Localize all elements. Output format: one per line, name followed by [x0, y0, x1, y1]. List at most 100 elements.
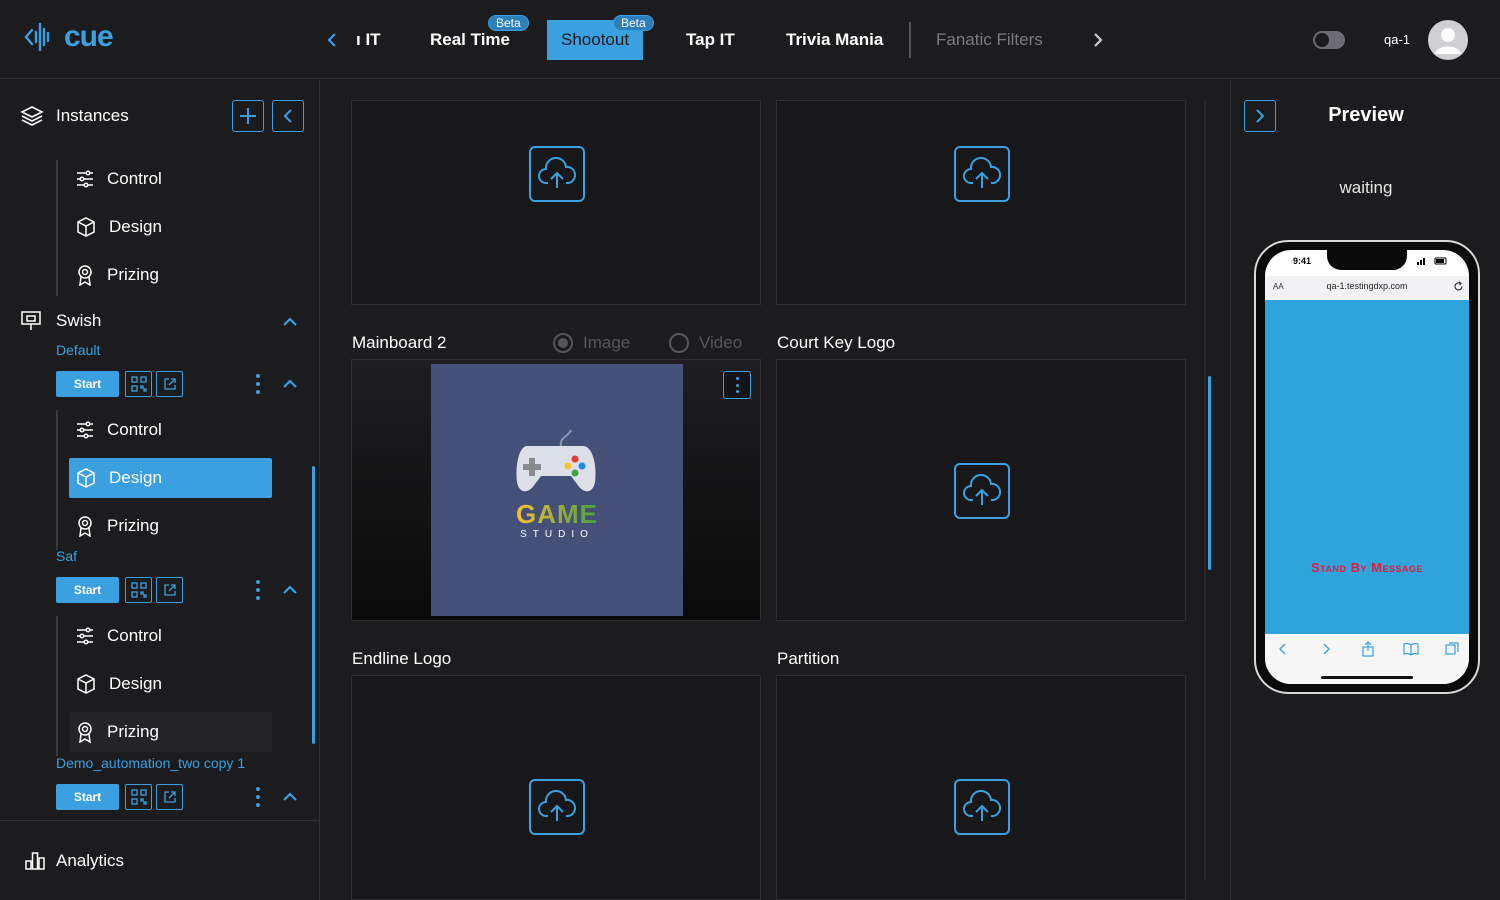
username: qa-1 — [1384, 32, 1411, 47]
logo[interactable]: cue — [24, 20, 114, 54]
cube-icon — [77, 468, 95, 488]
main-content: Mainboard 2 Image Video Court Key Logo G… — [320, 80, 1230, 900]
upload-button[interactable] — [954, 146, 1010, 202]
upload-panel — [776, 359, 1186, 621]
start-button[interactable]: Start — [56, 577, 119, 603]
upload-panel — [776, 675, 1186, 900]
chevron-left-icon — [283, 109, 292, 123]
sidebar-scrollbar[interactable] — [312, 466, 315, 744]
sidebar-item-label: Prizing — [107, 265, 159, 284]
scroll-track — [1204, 100, 1206, 880]
more-options-button[interactable] — [253, 580, 263, 600]
tabs-icon[interactable] — [1445, 642, 1459, 656]
plus-icon — [240, 108, 256, 124]
back-icon[interactable] — [1277, 642, 1289, 656]
section-swish[interactable]: Swish — [20, 310, 101, 332]
chevron-up-icon[interactable] — [280, 787, 300, 807]
top-bar: cue ı IT Real Time Beta Shootout Beta Ta… — [0, 0, 1500, 79]
sidebar-item-label: Control — [107, 169, 162, 188]
sidebar-item-analytics[interactable]: Analytics — [0, 820, 319, 900]
instance-name[interactable]: Saf — [56, 548, 77, 564]
chevron-up-icon[interactable] — [280, 312, 300, 332]
upload-button[interactable] — [529, 146, 585, 202]
sidebar-item-control[interactable]: Control — [69, 616, 272, 656]
logo-text: cue — [64, 20, 114, 53]
bar-chart-icon — [25, 852, 45, 870]
qr-code-button[interactable] — [125, 784, 152, 810]
bookmarks-icon[interactable] — [1403, 642, 1419, 656]
qr-code-icon — [130, 582, 147, 598]
sidebar-item-design[interactable]: Design — [69, 207, 272, 247]
open-link-button[interactable] — [156, 784, 183, 810]
cloud-upload-icon — [963, 157, 1001, 188]
studio-logo-text: STUDIO — [520, 529, 594, 540]
qr-code-icon — [130, 789, 147, 805]
upload-panel — [351, 100, 761, 305]
qr-code-button[interactable] — [125, 371, 152, 397]
more-options-button[interactable] — [253, 787, 263, 807]
sidebar-item-control[interactable]: Control — [69, 410, 272, 450]
radio-button[interactable] — [669, 333, 689, 353]
sidebar-item-design-active[interactable]: Design — [69, 458, 272, 498]
forward-icon[interactable] — [1320, 642, 1332, 656]
instance-name[interactable]: Demo_automation_two copy 1 — [56, 755, 245, 771]
avatar[interactable] — [1428, 20, 1468, 60]
more-options-button[interactable] — [253, 374, 263, 394]
presentation-icon — [21, 311, 41, 330]
sidebar-item-design[interactable]: Design — [69, 664, 272, 704]
tree-line — [56, 410, 58, 550]
theme-toggle[interactable] — [1313, 31, 1345, 49]
upload-button[interactable] — [954, 779, 1010, 835]
chevron-up-icon[interactable] — [280, 374, 300, 394]
upload-button[interactable] — [954, 463, 1010, 519]
sidebar-item-prizing[interactable]: Prizing — [69, 255, 272, 295]
browser-url-bar[interactable]: AA qa-1.testingdxp.com — [1265, 276, 1469, 298]
start-button[interactable]: Start — [56, 371, 119, 397]
share-icon[interactable] — [1361, 641, 1375, 657]
instances-title: Instances — [56, 106, 129, 125]
radio-label: Video — [699, 333, 743, 352]
main-scrollbar[interactable] — [1208, 376, 1211, 570]
award-icon — [78, 265, 92, 286]
nav-tab-partial[interactable]: ı IT — [356, 0, 381, 79]
nav-tab-trivia-mania[interactable]: Trivia Mania — [786, 0, 883, 79]
qr-code-button[interactable] — [125, 577, 152, 603]
analytics-label: Analytics — [56, 851, 125, 870]
radio-image[interactable]: Image — [553, 333, 630, 353]
sidebar-item-prizing[interactable]: Prizing — [69, 506, 272, 546]
sidebar-item-control[interactable]: Control — [69, 159, 272, 199]
nav-prev-arrow[interactable] — [320, 26, 344, 54]
chevron-left-icon — [327, 33, 336, 47]
instance-name[interactable]: Default — [56, 342, 100, 358]
nav-next-arrow[interactable] — [1086, 26, 1110, 54]
image-options-button[interactable] — [723, 371, 751, 399]
award-icon — [78, 516, 92, 537]
nav-tab-fanatic-filters[interactable]: Fanatic Filters — [936, 0, 1043, 79]
more-options-button — [732, 377, 742, 393]
open-link-button[interactable] — [156, 577, 183, 603]
layers-icon — [20, 106, 44, 126]
sidebar-item-prizing[interactable]: Prizing — [69, 712, 272, 752]
chevron-up-icon[interactable] — [280, 580, 300, 600]
sidebar-item-label: Design — [109, 468, 162, 487]
url-text: qa-1.testingdxp.com — [1326, 281, 1408, 291]
upload-button[interactable] — [529, 779, 585, 835]
cube-icon — [77, 674, 95, 694]
sidebar-item-label: Control — [107, 420, 162, 439]
open-link-button[interactable] — [156, 371, 183, 397]
home-indicator — [1321, 676, 1413, 679]
soundwave-icon — [24, 22, 50, 52]
reload-icon[interactable] — [1453, 281, 1464, 292]
nav-tab-real-time[interactable]: Real Time — [430, 0, 510, 79]
preview-status: waiting — [1339, 178, 1393, 197]
sidebar-item-label: Prizing — [107, 722, 159, 741]
radio-button[interactable] — [553, 333, 573, 353]
nav-tab-tap-it[interactable]: Tap IT — [686, 0, 735, 79]
phone-app-area: Stand By Message — [1265, 300, 1469, 634]
add-instance-button[interactable] — [232, 100, 264, 132]
qr-code-icon — [130, 376, 147, 392]
collapse-sidebar-button[interactable] — [272, 100, 304, 132]
start-button[interactable]: Start — [56, 784, 119, 810]
phone-mockup: 9:41 AA qa-1.testingdxp.com Stand By Mes… — [1254, 240, 1480, 694]
radio-video[interactable]: Video — [669, 333, 742, 353]
